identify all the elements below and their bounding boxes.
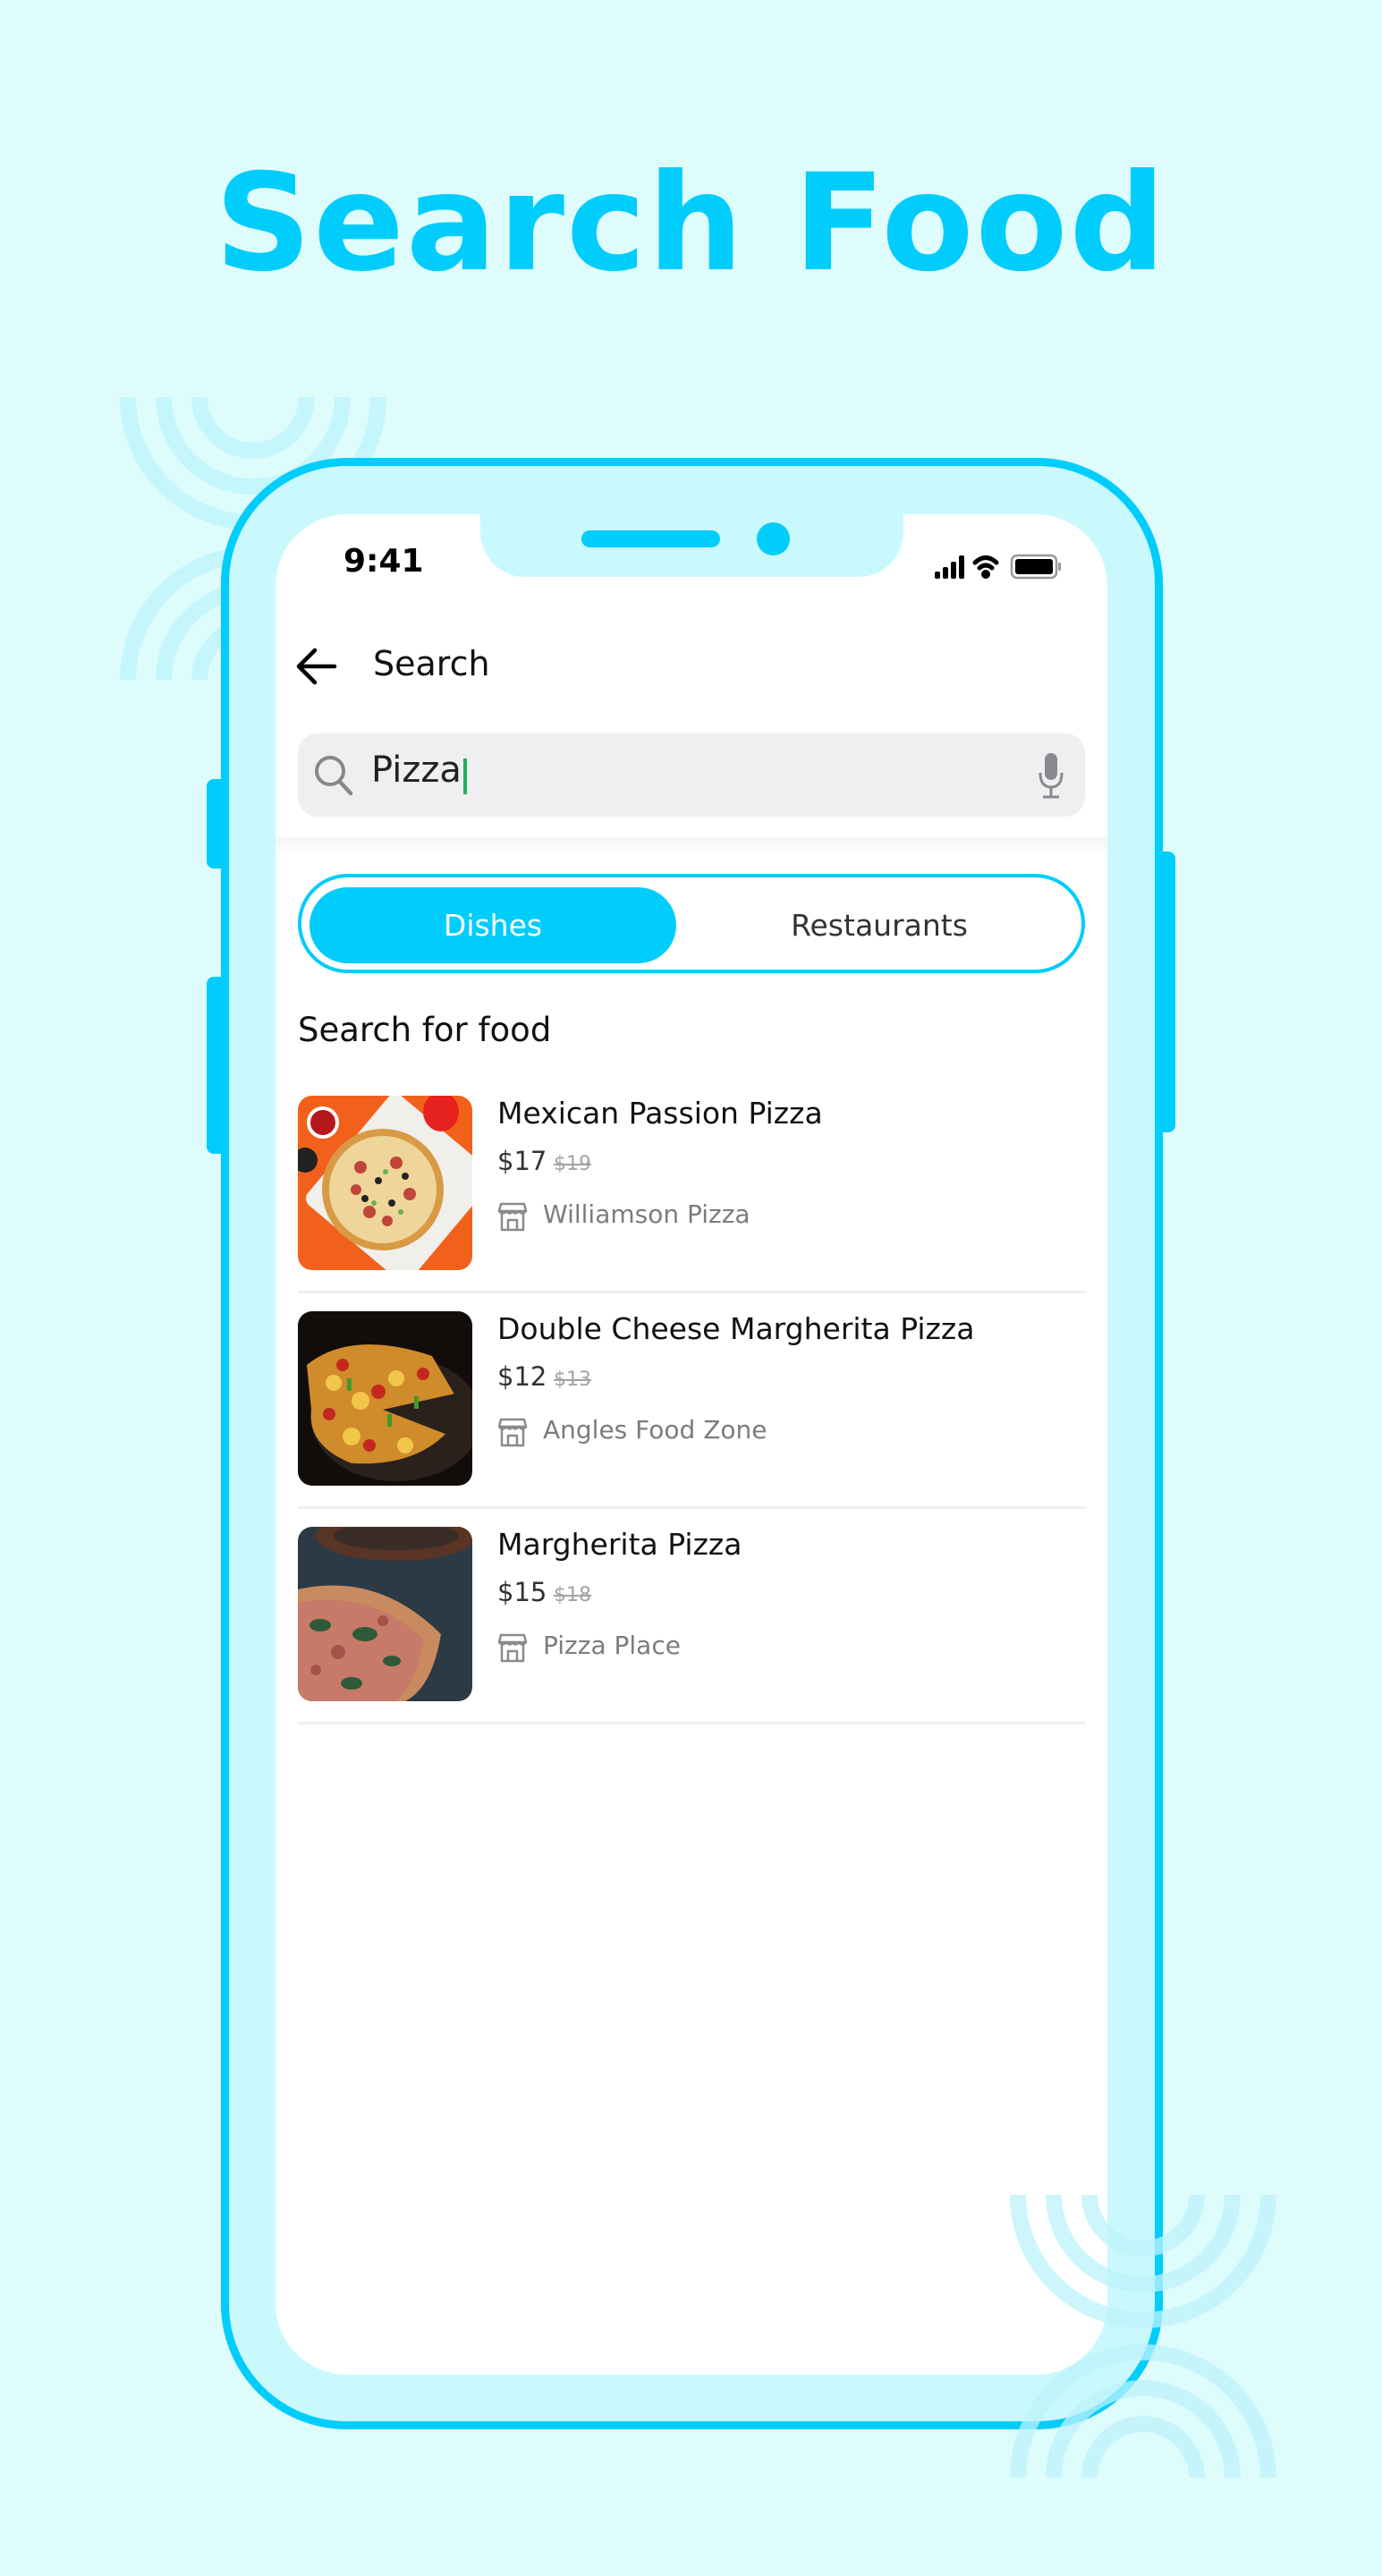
search-input[interactable]: Pizza: [371, 750, 462, 791]
store-icon: [497, 1633, 528, 1663]
status-icons: [935, 554, 1061, 580]
dish-name: Margherita Pizza: [497, 1527, 742, 1562]
result-item[interactable]: Double Cheese Margherita Pizza $12 $13 A…: [298, 1311, 1085, 1527]
power-button: [1161, 852, 1175, 1132]
microphone-icon[interactable]: [1038, 751, 1064, 801]
food-image: [298, 1096, 472, 1270]
text-caret: [463, 758, 467, 794]
tab-restaurants[interactable]: Restaurants: [685, 887, 1073, 963]
front-camera: [757, 522, 790, 555]
store-icon: [497, 1418, 528, 1447]
result-item[interactable]: Margherita Pizza $15 $18 Pizza Place: [298, 1527, 1085, 1742]
food-image: [298, 1311, 472, 1486]
dish-name: Mexican Passion Pizza: [497, 1096, 823, 1131]
dish-old-price: $18: [554, 1584, 591, 1606]
tab-dishes[interactable]: Dishes: [309, 887, 676, 963]
dish-old-price: $19: [554, 1153, 591, 1175]
list-divider: [298, 1722, 1085, 1724]
food-image: [298, 1527, 472, 1701]
store-icon: [497, 1202, 528, 1232]
restaurant-name: Williamson Pizza: [543, 1199, 750, 1229]
decorative-arcs-bottom-right: [1010, 2194, 1276, 2479]
list-divider: [298, 1291, 1085, 1293]
dish-price: $17: [497, 1146, 547, 1176]
list-divider: [298, 1506, 1085, 1509]
back-arrow-icon[interactable]: [295, 646, 338, 687]
result-item[interactable]: Mexican Passion Pizza $17 $19 Williamson…: [298, 1096, 1085, 1311]
cellular-signal-icon: [935, 555, 964, 579]
speaker-grille: [581, 530, 720, 547]
search-icon: [315, 756, 353, 796]
dish-old-price: $13: [554, 1368, 591, 1391]
header-divider: [276, 837, 1107, 855]
dish-price: $15: [497, 1577, 547, 1607]
restaurant-name: Pizza Place: [543, 1631, 681, 1660]
section-title: Search for food: [298, 1011, 552, 1049]
restaurant-name: Angles Food Zone: [543, 1415, 767, 1445]
page-title: Search: [373, 644, 490, 683]
battery-icon: [1010, 554, 1061, 580]
wifi-icon: [972, 555, 999, 579]
status-time: 9:41: [343, 543, 424, 580]
dish-name: Double Cheese Margherita Pizza: [497, 1311, 975, 1346]
dish-price: $12: [497, 1361, 547, 1392]
hero-title: Search Food: [215, 146, 1167, 301]
